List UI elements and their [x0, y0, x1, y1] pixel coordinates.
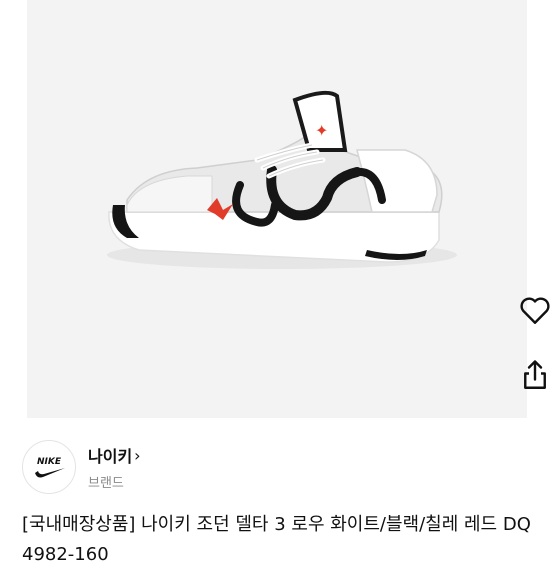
- product-image[interactable]: ✦: [27, 0, 550, 418]
- brand-info: 나이키 › 브랜드: [88, 443, 141, 492]
- brand-name: 나이키: [88, 447, 133, 466]
- sneaker-photo: ✦: [107, 90, 457, 269]
- brand-name-link[interactable]: 나이키 ›: [88, 443, 141, 467]
- chevron-right-icon: ›: [134, 445, 141, 465]
- share-icon: [524, 360, 546, 389]
- svg-text:NIKE: NIKE: [37, 457, 62, 467]
- heart-outline-icon: [520, 297, 550, 324]
- brand-row[interactable]: NIKE 나이키 › 브랜드: [22, 440, 141, 494]
- nike-swoosh-logo: NIKE: [35, 457, 65, 478]
- svg-text:✦: ✦: [315, 121, 328, 140]
- share-button[interactable]: [512, 352, 554, 398]
- product-title: [국내매장상품] 나이키 조던 델타 3 로우 화이트/블랙/칠레 레드 DQ4…: [22, 514, 531, 565]
- favorite-button[interactable]: [512, 287, 554, 333]
- brand-logo[interactable]: NIKE: [22, 440, 76, 494]
- brand-sub-label: 브랜드: [88, 476, 124, 491]
